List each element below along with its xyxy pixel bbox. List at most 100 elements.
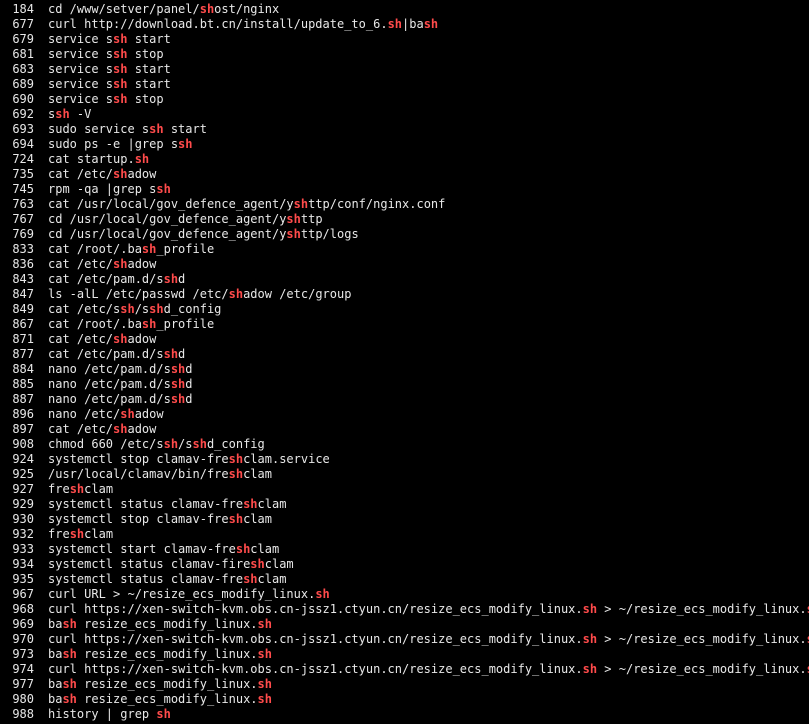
history-number: 967 (12, 587, 34, 601)
history-number: 735 (12, 167, 34, 181)
match-highlight: sh (156, 707, 171, 721)
match-highlight: sh (156, 182, 171, 196)
history-command: systemctl stop clamav-freshclam.service (48, 452, 330, 466)
history-line: 767 cd /usr/local/gov_defence_agent/yshtt… (0, 212, 809, 227)
match-highlight: sh (62, 677, 77, 691)
match-highlight: sh (113, 47, 128, 61)
match-highlight: sh (257, 647, 272, 661)
history-command: systemctl stop clamav-freshclam (48, 512, 272, 526)
match-highlight: sh (178, 137, 193, 151)
history-command: nano /etc/pam.d/sshd (48, 362, 193, 376)
history-command: nano /etc/pam.d/sshd (48, 392, 193, 406)
history-number: 988 (12, 707, 34, 721)
history-line: 689 service ssh start (0, 77, 809, 92)
history-number: 908 (12, 437, 34, 451)
history-number: 977 (12, 677, 34, 691)
history-line: 933 systemctl start clamav-freshclam (0, 542, 809, 557)
history-number: 930 (12, 512, 34, 526)
match-highlight: sh (69, 527, 85, 541)
history-line: 885 nano /etc/pam.d/sshd (0, 377, 809, 392)
history-line: 969 bash resize_ecs_modify_linux.sh (0, 617, 809, 632)
history-command: cat /root/.bash_profile (48, 317, 215, 331)
history-command: history | grep sh (48, 707, 171, 721)
history-number: 836 (12, 257, 34, 271)
history-command: rpm -qa |grep ssh (48, 182, 171, 196)
match-highlight: sh (141, 242, 157, 256)
history-line: 970 curl https://xen-switch-kvm.obs.cn-js… (0, 632, 809, 647)
history-line: 977 bash resize_ecs_modify_linux.sh (0, 677, 809, 692)
history-number: 769 (12, 227, 34, 241)
match-highlight: sh (243, 572, 258, 586)
history-line: 967 curl URL > ~/resize_ecs_modify_linux.… (0, 587, 809, 602)
history-line: 929 systemctl status clamav-freshclam (0, 497, 809, 512)
match-highlight: sh (163, 437, 179, 451)
history-command: nano /etc/pam.d/sshd (48, 377, 193, 391)
history-line: 980 bash resize_ecs_modify_linux.sh (0, 692, 809, 707)
match-highlight: sh (113, 167, 128, 181)
history-number: 692 (12, 107, 34, 121)
match-highlight: sh (113, 77, 128, 91)
history-command: cat /etc/shadow (48, 167, 157, 181)
history-line: 683 service ssh start (0, 62, 809, 77)
history-command: service ssh stop (48, 47, 164, 61)
history-line: 968 curl https://xen-switch-kvm.obs.cn-js… (0, 602, 809, 617)
history-number: 694 (12, 137, 34, 151)
history-line: 924 systemctl stop clamav-freshclam.servi… (0, 452, 809, 467)
history-command: service ssh stop (48, 92, 164, 106)
history-line: 694 sudo ps -e |grep ssh (0, 137, 809, 152)
history-number: 877 (12, 347, 34, 361)
match-highlight: sh (257, 617, 272, 631)
history-number: 927 (12, 482, 34, 496)
history-command: bash resize_ecs_modify_linux.sh (48, 677, 272, 691)
history-command: service ssh start (48, 32, 171, 46)
history-command: curl http://download.bt.cn/install/updat… (48, 17, 439, 31)
history-command: systemctl status clamav-fireshclam (48, 557, 294, 571)
history-command: cat /etc/shadow (48, 257, 157, 271)
match-highlight: sh (250, 557, 265, 571)
history-command: cd /usr/local/gov_defence_agent/yshttp (48, 212, 323, 226)
history-number: 677 (12, 17, 34, 31)
history-line: 974 curl https://xen-switch-kvm.obs.cn-js… (0, 662, 809, 677)
history-number: 724 (12, 152, 34, 166)
match-highlight: sh (293, 197, 309, 211)
history-command: cat /etc/pam.d/sshd (48, 272, 186, 286)
match-highlight: sh (228, 452, 244, 466)
history-line: 884 nano /etc/pam.d/sshd (0, 362, 809, 377)
history-number: 968 (12, 602, 34, 616)
history-command: cat /etc/pam.d/sshd (48, 347, 186, 361)
match-highlight: sh (582, 632, 598, 646)
history-line: 833 cat /root/.bash_profile (0, 242, 809, 257)
history-command: systemctl start clamav-freshclam (48, 542, 280, 556)
match-highlight: sh (163, 347, 179, 361)
history-number: 767 (12, 212, 34, 226)
history-line: 932 freshclam (0, 527, 809, 542)
history-number: 871 (12, 332, 34, 346)
history-line: 887 nano /etc/pam.d/sshd (0, 392, 809, 407)
history-number: 885 (12, 377, 34, 391)
history-number: 980 (12, 692, 34, 706)
match-highlight: sh (170, 377, 186, 391)
history-line: 843 cat /etc/pam.d/sshd (0, 272, 809, 287)
match-highlight: sh (62, 692, 77, 706)
match-highlight: sh (315, 587, 330, 601)
history-number: 969 (12, 617, 34, 631)
match-highlight: sh (228, 512, 244, 526)
history-command: cat startup.sh (48, 152, 150, 166)
terminal-window[interactable]: 184 cd /www/setver/panel/shost/nginx 677 cu… (0, 0, 809, 724)
match-highlight: sh (199, 2, 215, 16)
history-line: 973 bash resize_ecs_modify_linux.sh (0, 647, 809, 662)
history-command: service ssh start (48, 62, 171, 76)
history-command: freshclam (48, 527, 114, 541)
history-number: 690 (12, 92, 34, 106)
history-number: 973 (12, 647, 34, 661)
history-line: 988 history | grep sh (0, 707, 809, 722)
history-number: 924 (12, 452, 34, 466)
history-line: 871 cat /etc/shadow (0, 332, 809, 347)
match-highlight: sh (55, 107, 70, 121)
history-line: 930 systemctl stop clamav-freshclam (0, 512, 809, 527)
history-command: ssh -V (48, 107, 92, 121)
history-command: bash resize_ecs_modify_linux.sh (48, 647, 272, 661)
history-number: 184 (12, 2, 34, 16)
match-highlight: sh (387, 17, 403, 31)
history-number: 935 (12, 572, 34, 586)
